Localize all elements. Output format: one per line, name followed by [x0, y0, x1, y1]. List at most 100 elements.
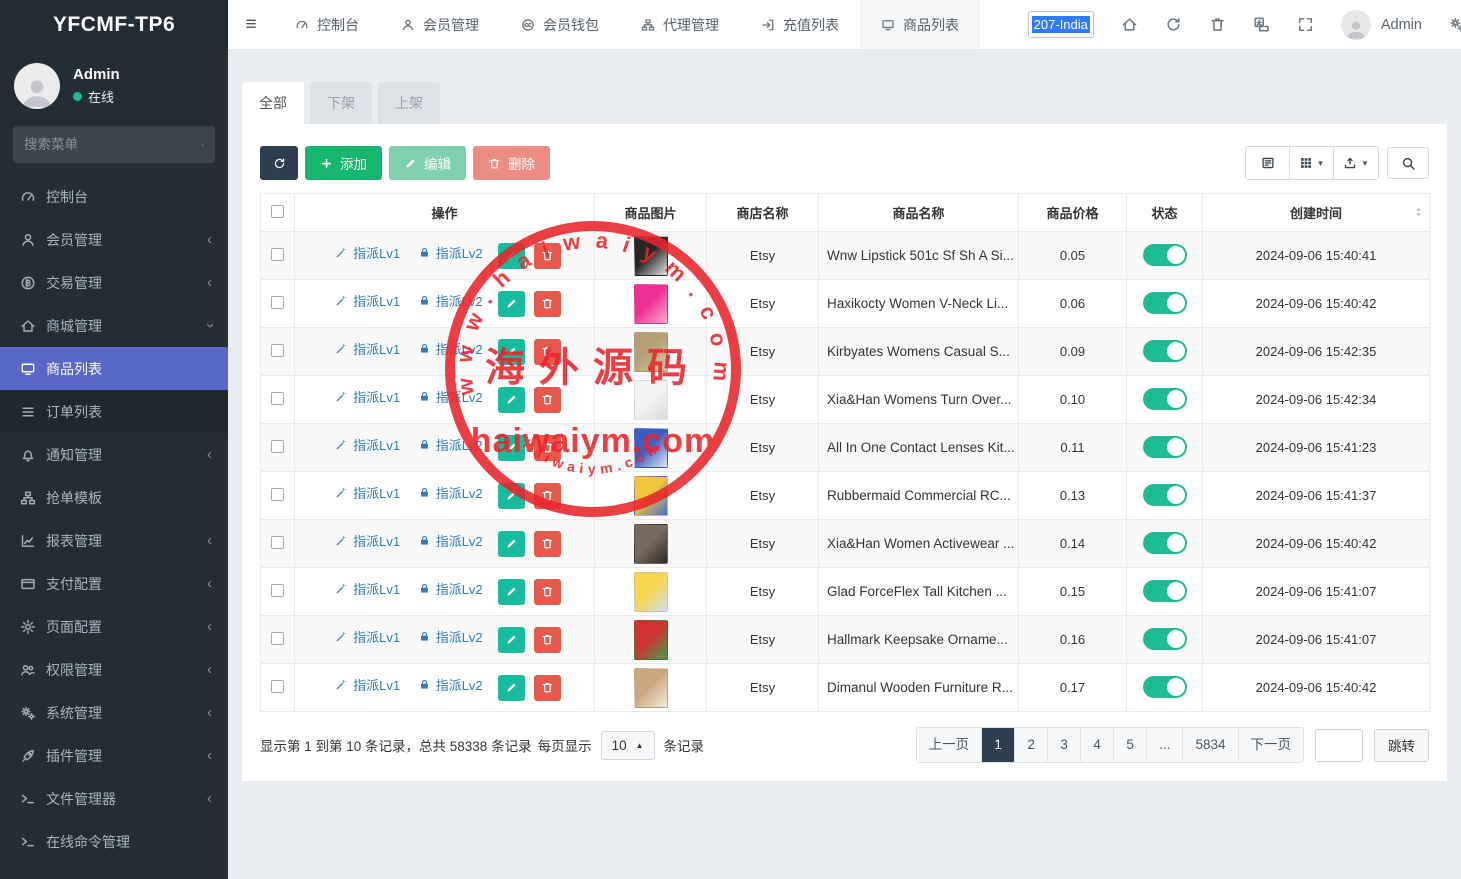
menu-toggle-icon[interactable]: ≡ [228, 0, 274, 50]
row-edit-button[interactable] [498, 675, 525, 701]
navbar-user[interactable]: Admin [1341, 10, 1422, 40]
page-size-select[interactable]: 10 ▲ [601, 731, 655, 760]
row-delete-button[interactable] [534, 387, 561, 413]
sidebar-search-input[interactable] [24, 137, 201, 152]
top-nav-tab[interactable]: 控制台 [274, 0, 380, 50]
sidebar-item[interactable]: 在线命令管理 [0, 820, 228, 863]
assign-lv1-link[interactable]: 指派Lv1 [335, 579, 400, 598]
edit-button[interactable]: 编辑 [389, 146, 466, 180]
row-checkbox[interactable] [271, 632, 284, 645]
assign-lv1-link[interactable]: 指派Lv1 [335, 675, 400, 694]
assign-lv2-link[interactable]: 指派Lv2 [418, 579, 483, 598]
detail-view-button[interactable] [1246, 147, 1290, 179]
sidebar-item[interactable]: 交易管理 ‹ [0, 261, 228, 304]
assign-lv2-link[interactable]: 指派Lv2 [418, 387, 483, 406]
filter-tab[interactable]: 下架 [310, 82, 372, 124]
sidebar-item[interactable]: 插件管理 ‹ [0, 734, 228, 777]
status-toggle[interactable] [1143, 436, 1187, 458]
status-toggle[interactable] [1143, 676, 1187, 698]
sidebar-item[interactable]: 通知管理 ‹ [0, 433, 228, 476]
row-edit-button[interactable] [498, 435, 525, 461]
row-delete-button[interactable] [534, 675, 561, 701]
row-delete-button[interactable] [534, 435, 561, 461]
refresh-button[interactable] [260, 146, 298, 180]
row-checkbox[interactable] [271, 440, 284, 453]
row-delete-button[interactable] [534, 291, 561, 317]
assign-lv2-link[interactable]: 指派Lv2 [418, 483, 483, 502]
export-button[interactable]: ▼ [1334, 147, 1378, 179]
sidebar-item[interactable]: 权限管理 ‹ [0, 648, 228, 691]
row-checkbox[interactable] [271, 296, 284, 309]
row-delete-button[interactable] [534, 483, 561, 509]
assign-lv2-link[interactable]: 指派Lv2 [418, 435, 483, 454]
assign-lv1-link[interactable]: 指派Lv1 [335, 627, 400, 646]
sidebar-item[interactable]: 会员管理 ‹ [0, 218, 228, 261]
row-delete-button[interactable] [534, 579, 561, 605]
page-button[interactable]: 5834 [1183, 728, 1238, 762]
sidebar-item[interactable]: 抢单模板 [0, 476, 228, 519]
assign-lv2-link[interactable]: 指派Lv2 [418, 291, 483, 310]
gear-icon[interactable] [1449, 16, 1461, 33]
row-checkbox[interactable] [271, 344, 284, 357]
jump-button[interactable]: 跳转 [1374, 729, 1429, 762]
assign-lv1-link[interactable]: 指派Lv1 [335, 291, 400, 310]
sidebar-item[interactable]: 订单列表 [0, 390, 228, 433]
assign-lv1-link[interactable]: 指派Lv1 [335, 531, 400, 550]
row-edit-button[interactable] [498, 531, 525, 557]
row-checkbox[interactable] [271, 584, 284, 597]
sidebar-item[interactable]: 控制台 [0, 175, 228, 218]
search-icon[interactable] [201, 138, 204, 152]
row-delete-button[interactable] [534, 339, 561, 365]
assign-lv2-link[interactable]: 指派Lv2 [418, 339, 483, 358]
page-button[interactable]: 下一页 [1239, 728, 1304, 762]
row-checkbox[interactable] [271, 488, 284, 501]
assign-lv1-link[interactable]: 指派Lv1 [335, 339, 400, 358]
translate-icon[interactable] [1253, 16, 1270, 33]
assign-lv2-link[interactable]: 指派Lv2 [418, 531, 483, 550]
top-nav-tab[interactable]: 会员管理 [380, 0, 500, 50]
status-toggle[interactable] [1143, 580, 1187, 602]
row-checkbox[interactable] [271, 392, 284, 405]
assign-lv1-link[interactable]: 指派Lv1 [335, 435, 400, 454]
top-nav-tab[interactable]: 充值列表 [740, 0, 860, 50]
status-toggle[interactable] [1143, 244, 1187, 266]
sidebar-item[interactable]: 页面配置 ‹ [0, 605, 228, 648]
row-edit-button[interactable] [498, 339, 525, 365]
header-created[interactable]: 创建时间 ▲▼ [1203, 194, 1430, 232]
row-delete-button[interactable] [534, 531, 561, 557]
filter-tab[interactable]: 全部 [242, 82, 304, 124]
top-nav-tab[interactable]: 代理管理 [620, 0, 740, 50]
row-delete-button[interactable] [534, 243, 561, 269]
sidebar-item[interactable]: 报表管理 ‹ [0, 519, 228, 562]
delete-button[interactable]: 删除 [473, 146, 550, 180]
home-icon[interactable] [1121, 16, 1138, 33]
refresh-icon[interactable] [1165, 16, 1182, 33]
page-button[interactable]: 1 [982, 728, 1015, 762]
table-search-button[interactable] [1387, 147, 1429, 179]
assign-lv2-link[interactable]: 指派Lv2 [418, 627, 483, 646]
row-edit-button[interactable] [498, 627, 525, 653]
page-button[interactable]: 2 [1015, 728, 1048, 762]
status-toggle[interactable] [1143, 484, 1187, 506]
quick-search-input[interactable]: 207-India [1028, 11, 1094, 38]
page-button[interactable]: 3 [1048, 728, 1081, 762]
status-toggle[interactable] [1143, 628, 1187, 650]
page-button[interactable]: 上一页 [917, 728, 983, 762]
sort-icon[interactable]: ▲▼ [1415, 207, 1422, 219]
page-button[interactable]: 4 [1081, 728, 1114, 762]
fullscreen-icon[interactable] [1297, 16, 1314, 33]
assign-lv1-link[interactable]: 指派Lv1 [335, 483, 400, 502]
sidebar-item[interactable]: 系统管理 ‹ [0, 691, 228, 734]
status-toggle[interactable] [1143, 292, 1187, 314]
add-button[interactable]: 添加 [305, 146, 382, 180]
row-delete-button[interactable] [534, 627, 561, 653]
assign-lv1-link[interactable]: 指派Lv1 [335, 387, 400, 406]
jump-page-input[interactable] [1315, 729, 1363, 762]
columns-button[interactable]: ▼ [1290, 147, 1334, 179]
status-toggle[interactable] [1143, 532, 1187, 554]
status-toggle[interactable] [1143, 388, 1187, 410]
row-edit-button[interactable] [498, 483, 525, 509]
row-edit-button[interactable] [498, 579, 525, 605]
page-button[interactable]: ... [1147, 728, 1183, 762]
assign-lv2-link[interactable]: 指派Lv2 [418, 243, 483, 262]
